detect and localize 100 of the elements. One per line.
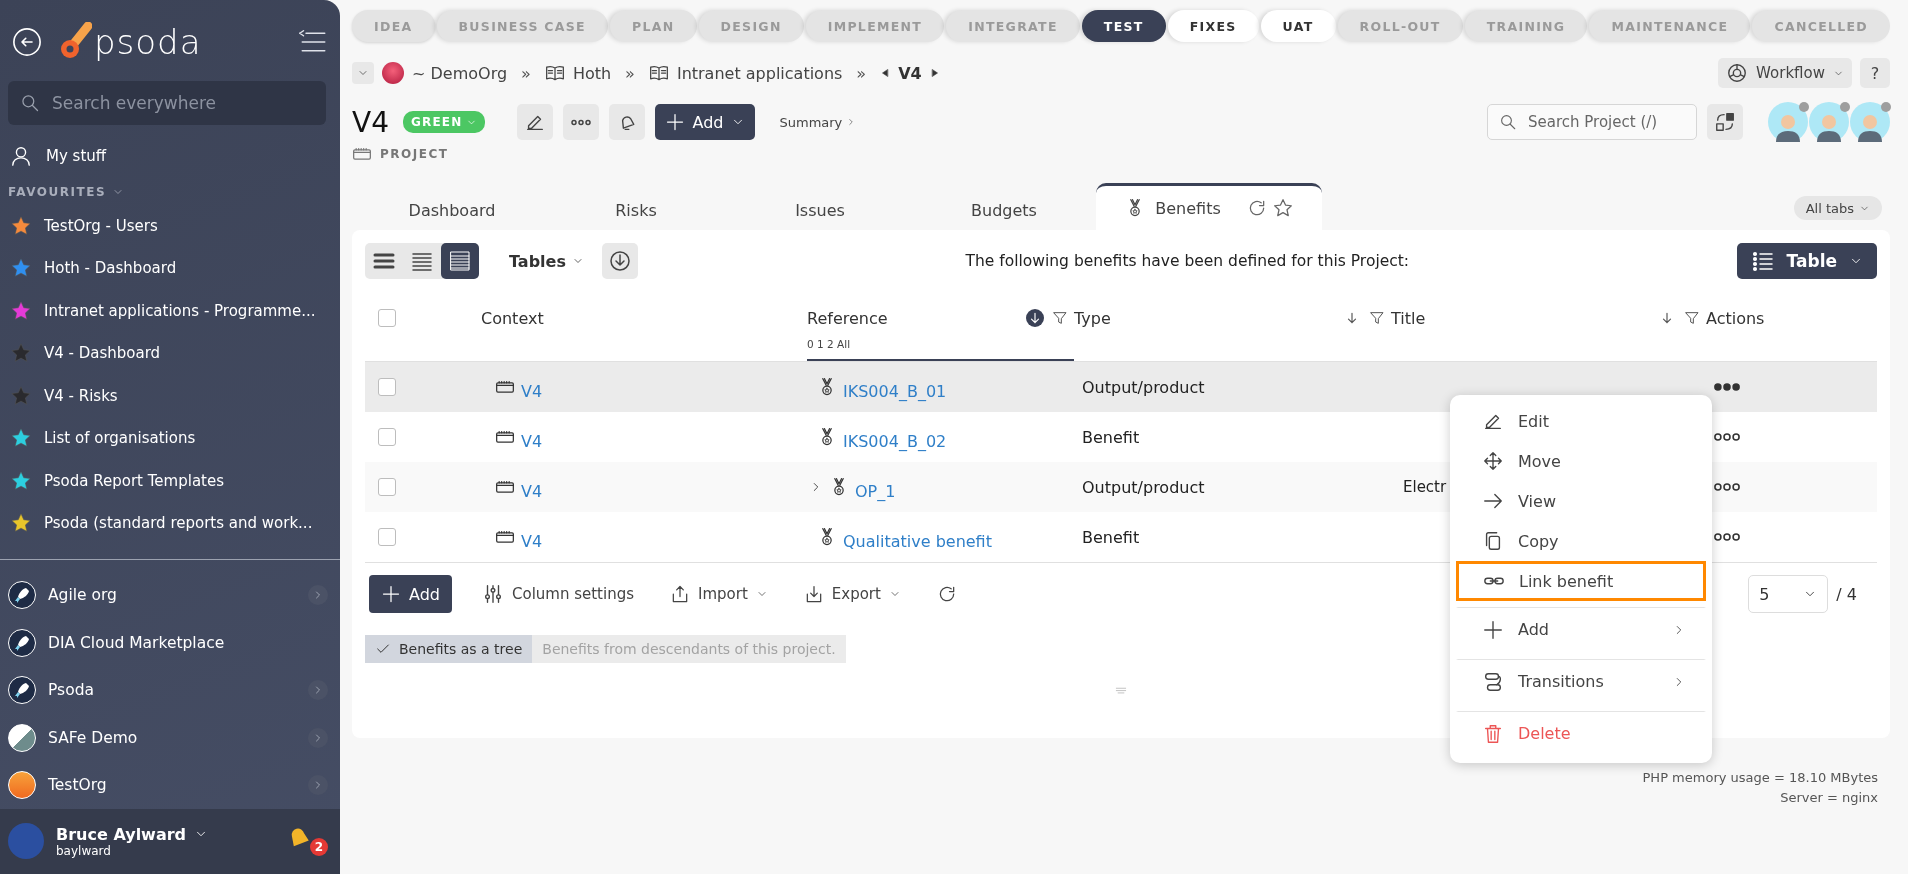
menu-item[interactable]: Link benefit (1456, 561, 1706, 601)
tab[interactable]: Benefits (1096, 183, 1322, 230)
stage-tab[interactable]: TEST (1081, 10, 1166, 42)
table-view-button[interactable]: Table (1736, 243, 1877, 279)
organisation-item[interactable]: Agile org (0, 571, 340, 619)
summary-link[interactable]: Summary (779, 114, 857, 130)
breadcrumb-separator: » (521, 63, 531, 83)
breadcrumb-link[interactable]: Hoth (544, 63, 612, 83)
user-name[interactable]: Bruce Aylward (56, 824, 187, 844)
table-row[interactable]: V4 IKS004_B_01 Output/product (365, 362, 1877, 412)
reference-link[interactable]: OP_1 (855, 481, 896, 501)
book-icon (544, 63, 565, 83)
type-cell-text: Benefit (1081, 427, 1141, 447)
column-header[interactable]: Context (481, 309, 807, 328)
import-button[interactable]: Import (664, 583, 774, 605)
list-icon (1750, 249, 1775, 273)
row-checkbox[interactable] (378, 428, 396, 446)
plus-icon (664, 112, 685, 132)
tab[interactable]: Dashboard (360, 190, 544, 230)
transitions-icon (1482, 670, 1504, 693)
tab[interactable]: Risks (544, 190, 728, 230)
project-search-field[interactable]: Search Project (/) (1487, 104, 1697, 140)
stage-tab[interactable]: FIXES (1167, 10, 1259, 42)
reference-link[interactable]: IKS004_B_01 (843, 381, 947, 401)
column-settings-button[interactable]: Column settings (476, 582, 640, 606)
favourite-item[interactable]: Intranet applications - Programme... (0, 289, 340, 333)
filter-icon (1684, 310, 1700, 326)
search-field[interactable]: Search everywhere (8, 81, 326, 126)
favourite-item[interactable]: Psoda Report Templates (0, 459, 340, 503)
project-type: PROJECT (380, 147, 449, 161)
bell-button[interactable] (608, 104, 645, 140)
tables-dropdown[interactable]: Tables (503, 250, 590, 272)
context-link[interactable]: V4 (521, 481, 543, 501)
rocket-icon (8, 676, 36, 705)
actions-icon[interactable] (1714, 433, 1740, 441)
next-icon (929, 68, 940, 78)
favourite-item[interactable]: List of organisations (0, 417, 340, 460)
tree-toggle-option[interactable]: Benefits as a tree (365, 635, 533, 663)
team-avatar[interactable] (1850, 102, 1890, 142)
tab[interactable]: Issues (728, 190, 912, 230)
column-header[interactable]: Title (1391, 309, 1658, 328)
switch-view-button[interactable] (1707, 104, 1743, 140)
reference-link[interactable]: Qualitative benefit (843, 531, 992, 551)
favourite-item[interactable]: V4 - Dashboard (0, 332, 340, 375)
menu-item[interactable]: Transitions (1456, 659, 1706, 705)
favourite-item[interactable]: TestOrg - Users (0, 204, 340, 248)
stage-tab[interactable]: UAT (1260, 10, 1336, 42)
context-link[interactable]: V4 (521, 531, 543, 551)
reference-link[interactable]: IKS004_B_02 (843, 431, 947, 451)
help-button[interactable]: ? (1860, 58, 1890, 88)
column-header[interactable]: Reference (807, 309, 1026, 328)
notification-count: 2 (310, 838, 328, 857)
sliders-icon (482, 583, 504, 605)
favourites-heading[interactable]: FAVOURITES (0, 178, 340, 205)
breadcrumb-link[interactable]: Intranet applications (648, 63, 843, 83)
actions-icon[interactable] (1714, 483, 1740, 491)
dots-icon (569, 118, 592, 126)
organisation-item[interactable]: DIA Cloud Marketplace (0, 618, 340, 667)
organisation-item[interactable]: SAFe Demo (0, 713, 340, 762)
context-link[interactable]: V4 (521, 381, 543, 401)
menu-item[interactable]: Delete (1456, 711, 1706, 757)
menu-item[interactable]: Copy (1456, 521, 1706, 561)
my-stuff-link[interactable]: My stuff (0, 133, 340, 179)
level-filter[interactable]: 0 1 2 All (807, 338, 1026, 350)
add-button[interactable]: Add (369, 575, 452, 613)
team-avatar[interactable] (1809, 102, 1849, 142)
page-size-select[interactable]: 5 (1748, 575, 1829, 613)
row-checkbox[interactable] (378, 478, 396, 496)
favourite-item[interactable]: Psoda (standard reports and work... (0, 502, 340, 545)
organisation-item[interactable]: TestOrg (0, 761, 340, 809)
column-header[interactable]: Type (1074, 309, 1343, 328)
context-link[interactable]: V4 (521, 431, 543, 451)
search-icon (20, 93, 40, 114)
add-button[interactable]: Add (654, 104, 756, 140)
arrow-down-icon (1660, 311, 1674, 325)
export-button[interactable]: Export (797, 583, 907, 605)
download-button[interactable] (601, 243, 638, 279)
type-cell-text: Output/product (1081, 377, 1206, 397)
menu-item[interactable]: Add (1456, 607, 1706, 653)
select-all-checkbox[interactable] (378, 309, 396, 327)
user-icon (10, 145, 32, 168)
team-avatar[interactable] (1768, 102, 1808, 142)
edit-button[interactable] (516, 104, 553, 140)
favourite-item[interactable]: V4 - Risks (0, 374, 340, 418)
sort-icon[interactable] (1026, 309, 1044, 327)
row-checkbox[interactable] (378, 528, 396, 546)
actions-icon[interactable] (1714, 533, 1740, 541)
breadcrumb-link[interactable]: ~ DemoOrg (382, 62, 508, 84)
more-button[interactable] (562, 104, 599, 140)
column-header[interactable]: Actions (1706, 309, 1877, 328)
row-checkbox[interactable] (378, 378, 396, 396)
all-tabs-button[interactable]: All tabs (1793, 196, 1882, 220)
favourite-item[interactable]: Hoth - Dashboard (0, 247, 340, 290)
arrow-down-icon (1345, 311, 1359, 325)
workflow-button[interactable]: Workflow (1718, 58, 1852, 88)
actions-icon[interactable] (1714, 383, 1740, 391)
tab[interactable]: Budgets (912, 190, 1096, 230)
organisation-item[interactable]: Psoda (0, 666, 340, 714)
density-button[interactable] (441, 243, 479, 279)
server-info: PHP memory usage = 18.10 MBytes (1642, 769, 1878, 787)
